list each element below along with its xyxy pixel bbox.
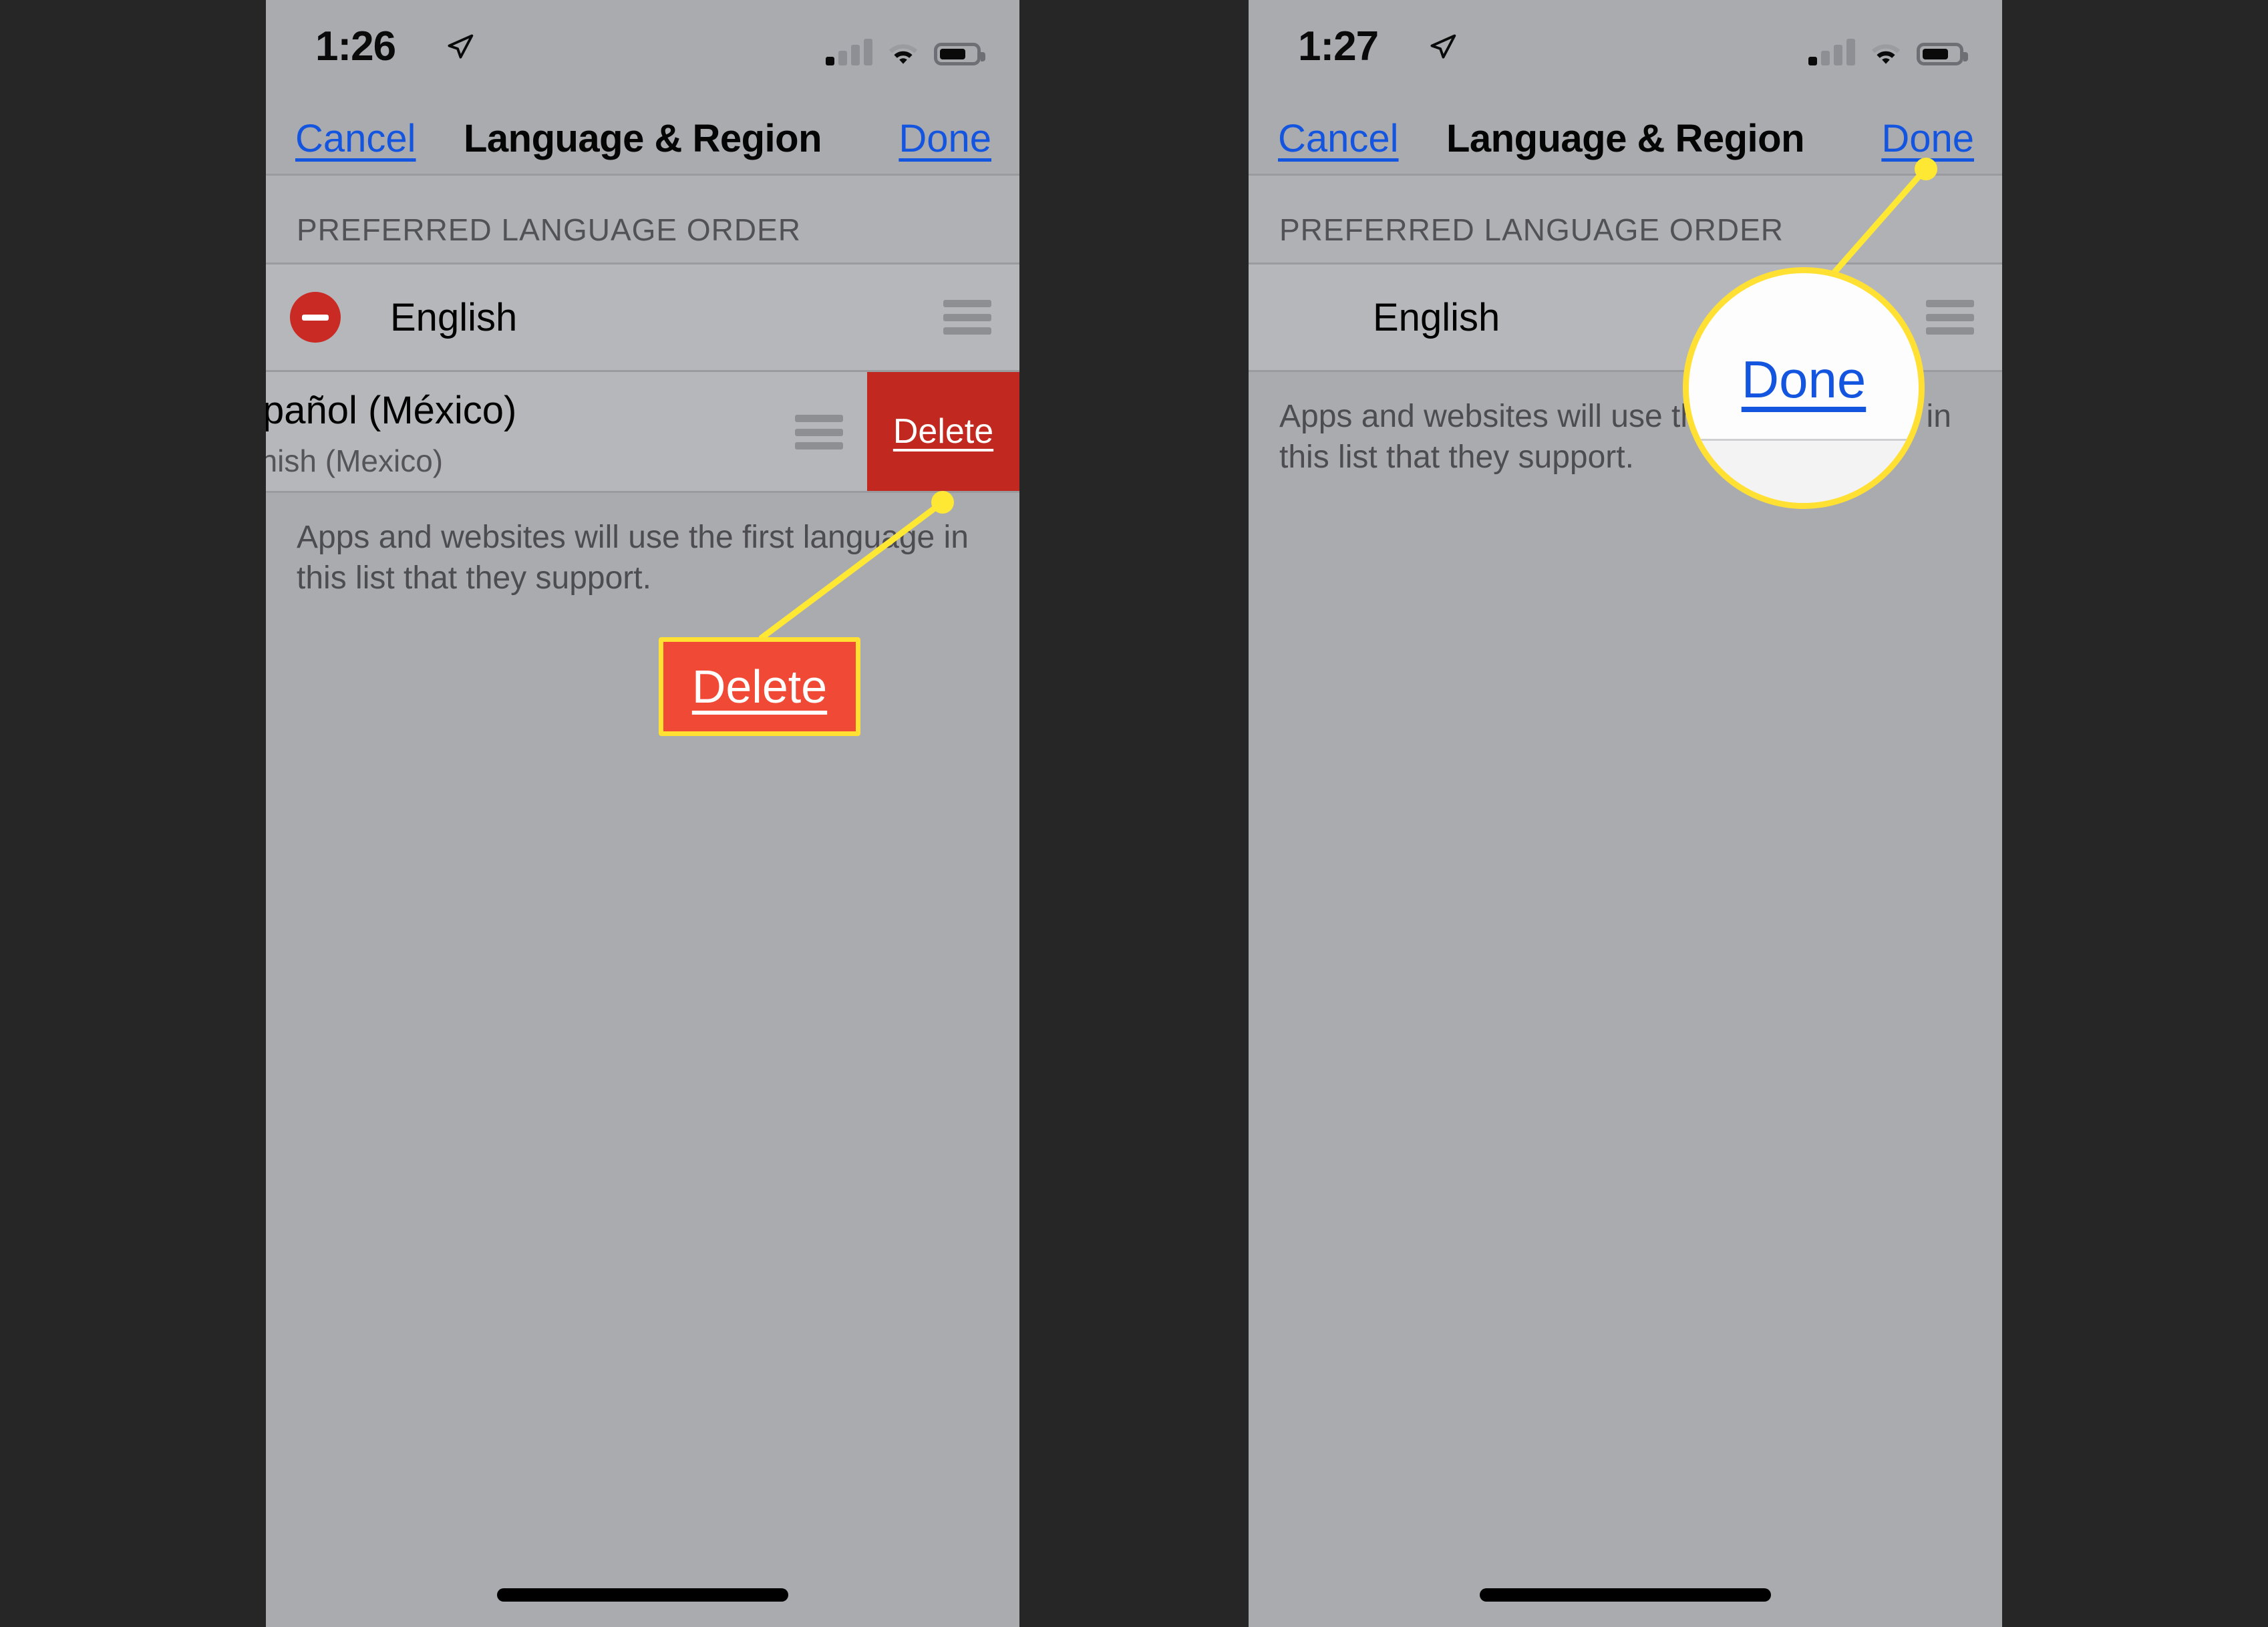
wifi-icon <box>1871 44 1901 64</box>
phone-screenshot-left: 1:26 Cancel Language & Region Done PREFE… <box>266 0 1019 1627</box>
list-item[interactable]: English <box>266 264 1019 372</box>
status-icons <box>826 31 985 65</box>
done-button[interactable]: Done <box>1881 116 1974 161</box>
list-item-label: English <box>390 295 518 339</box>
wifi-icon <box>888 44 918 64</box>
home-indicator <box>1480 1588 1771 1602</box>
navigation-bar: Cancel Language & Region Done <box>1249 99 2002 176</box>
list-item-label: spañol (México) <box>266 389 517 432</box>
section-header: PREFERRED LANGUAGE ORDER <box>1279 212 1784 247</box>
list-item-sublabel: anish (Mexico) <box>266 443 444 478</box>
drag-handle-icon[interactable] <box>1926 300 1974 335</box>
home-indicator <box>497 1588 788 1602</box>
cellular-signal-icon <box>826 39 872 65</box>
status-bar: 1:27 <box>1249 0 2002 99</box>
drag-handle-icon[interactable] <box>943 300 991 335</box>
done-button[interactable]: Done <box>899 116 991 161</box>
delete-row-label: Delete <box>893 412 994 451</box>
phone-screenshot-right: 1:27 Cancel Language & Region Done PREFE… <box>1249 0 2002 1627</box>
navigation-bar: Cancel Language & Region Done <box>266 99 1019 176</box>
status-time: 1:27 <box>1298 23 1379 69</box>
location-arrow-icon <box>448 34 474 59</box>
section-band: PREFERRED LANGUAGE ORDER <box>1249 176 2002 262</box>
drag-handle-icon[interactable] <box>795 415 843 449</box>
list-footnote: Apps and websites will use the first lan… <box>1279 399 1951 476</box>
battery-icon <box>1917 43 1968 65</box>
delete-row-button[interactable]: Delete <box>867 372 1019 491</box>
remove-language-button[interactable] <box>290 292 341 343</box>
section-header: PREFERRED LANGUAGE ORDER <box>297 212 802 247</box>
language-list: English spañol (México) anish (Mexico) D… <box>266 262 1019 493</box>
status-time: 1:26 <box>315 23 396 69</box>
location-arrow-icon <box>1430 34 1456 59</box>
list-footnote: Apps and websites will use the first lan… <box>297 520 969 596</box>
language-list: English <box>1249 262 2002 372</box>
battery-icon <box>934 43 985 65</box>
section-band: PREFERRED LANGUAGE ORDER <box>266 176 1019 262</box>
status-icons <box>1808 31 1968 65</box>
cellular-signal-icon <box>1808 39 1855 65</box>
list-item[interactable]: English <box>1249 264 2002 372</box>
list-item-label: English <box>1373 295 1500 339</box>
status-bar: 1:26 <box>266 0 1019 99</box>
list-item[interactable]: spañol (México) anish (Mexico) Delete <box>266 372 1019 493</box>
